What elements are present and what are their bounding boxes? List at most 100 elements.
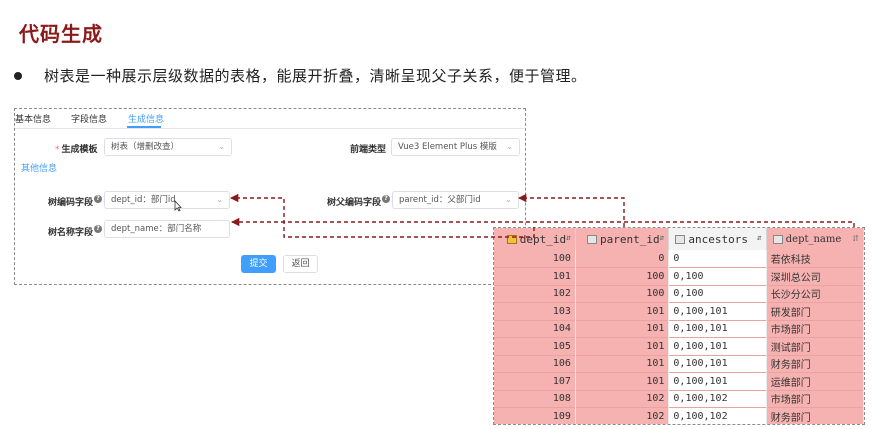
cell-parent-id[interactable]: 100 xyxy=(575,267,670,285)
table-row[interactable]: 101 100 0,100 深圳总公司 xyxy=(494,267,864,285)
frontend-type-select[interactable]: Vue3 Element Plus 模版 ⌄ xyxy=(391,138,520,156)
cell-dept-id[interactable]: 105 xyxy=(494,337,576,355)
tab-generate-info[interactable]: 生成信息 xyxy=(128,112,164,125)
column-icon xyxy=(675,235,686,244)
cell-dept-name[interactable]: 长沙分公司 xyxy=(766,284,864,303)
table-row[interactable]: 100 0 0 若依科技 xyxy=(494,250,864,268)
frontend-type-select-value: Vue3 Element Plus 模版 xyxy=(398,142,497,152)
tab-basic-info[interactable]: 基本信息 xyxy=(15,112,51,125)
cell-dept-id[interactable]: 106 xyxy=(494,354,576,373)
cell-dept-id[interactable]: 103 xyxy=(494,302,576,320)
cell-parent-id[interactable]: 101 xyxy=(575,354,670,373)
sort-icon[interactable]: ⇵ xyxy=(852,234,859,243)
tab-divider xyxy=(15,128,524,129)
submit-button[interactable]: 提交 xyxy=(241,255,276,273)
cell-parent-id[interactable]: 101 xyxy=(575,372,670,390)
form-panel: 基本信息 字段信息 生成信息 * 生成模板 树表（增删改查） ⌄ 前端类型 Vue… xyxy=(14,108,526,285)
cell-dept-name[interactable]: 财务部门 xyxy=(766,407,864,424)
column-header-label: parent_id xyxy=(599,232,660,246)
help-icon[interactable]: ? xyxy=(382,195,391,203)
chevron-down-icon: ⌄ xyxy=(506,142,513,151)
dept-table: dept_id ⇵ parent_id ⇵ ancestors ⇵ dept_name… xyxy=(494,228,864,424)
cell-parent-id[interactable]: 0 xyxy=(575,250,670,268)
cell-dept-id[interactable]: 102 xyxy=(494,284,576,303)
tree-name-label: 树名称字段? xyxy=(48,225,103,238)
cell-dept-name[interactable]: 财务部门 xyxy=(766,354,864,373)
bullet-text: 树表是一种展示层级数据的表格，能展开折叠，清晰呈现父子关系，便于管理。 xyxy=(44,67,587,85)
cell-ancestors[interactable]: 0,100,101 xyxy=(668,337,767,355)
cell-dept-id[interactable]: 107 xyxy=(494,372,576,390)
cell-parent-id[interactable]: 101 xyxy=(575,337,670,355)
cell-parent-id[interactable]: 101 xyxy=(575,319,670,338)
tree-code-select[interactable]: dept_id：部门id ⌄ xyxy=(104,191,230,209)
tree-parent-select-value: parent_id：父部门id xyxy=(399,195,481,205)
tree-name-select[interactable]: dept_name：部门名称 xyxy=(104,220,230,238)
column-header-parent-id[interactable]: parent_id ⇵ xyxy=(575,228,670,250)
cell-parent-id[interactable]: 101 xyxy=(575,302,670,320)
key-column-icon xyxy=(506,235,517,244)
table-row[interactable]: 107 101 0,100,101 运维部门 xyxy=(494,372,864,390)
table-row[interactable]: 106 101 0,100,101 财务部门 xyxy=(494,354,864,373)
cell-parent-id[interactable]: 102 xyxy=(575,407,670,424)
cell-ancestors[interactable]: 0,100,101 xyxy=(668,372,767,390)
column-header-dept-name[interactable]: dept_name ⇵ xyxy=(766,228,864,250)
cell-ancestors[interactable]: 0,100,101 xyxy=(668,319,767,338)
dept-table-panel: dept_id ⇵ parent_id ⇵ ancestors ⇵ dept_name… xyxy=(493,227,865,425)
cell-dept-name[interactable]: 测试部门 xyxy=(766,337,864,355)
table-row[interactable]: 103 101 0,100,101 研发部门 xyxy=(494,302,864,320)
cell-parent-id[interactable]: 100 xyxy=(575,284,670,303)
cell-ancestors[interactable]: 0,100 xyxy=(668,284,767,303)
help-icon[interactable]: ? xyxy=(94,225,103,233)
cell-ancestors[interactable]: 0,100,101 xyxy=(668,302,767,320)
cell-dept-name[interactable]: 若依科技 xyxy=(766,250,864,268)
cell-ancestors[interactable]: 0,100,102 xyxy=(668,407,767,424)
mouse-cursor-icon xyxy=(174,200,182,212)
cell-dept-name[interactable]: 市场部门 xyxy=(766,389,864,408)
column-header-dept-id[interactable]: dept_id ⇵ xyxy=(494,228,576,250)
template-select[interactable]: 树表（增删改查） ⌄ xyxy=(104,138,232,156)
chevron-down-icon: ⌄ xyxy=(216,195,223,204)
cell-ancestors[interactable]: 0 xyxy=(668,250,767,268)
cell-ancestors[interactable]: 0,100,102 xyxy=(668,389,767,408)
sort-icon[interactable]: ⇵ xyxy=(757,233,762,242)
cell-dept-name[interactable]: 深圳总公司 xyxy=(766,267,864,285)
table-header-row: dept_id ⇵ parent_id ⇵ ancestors ⇵ dept_name… xyxy=(494,228,864,250)
cell-dept-id[interactable]: 100 xyxy=(494,250,576,268)
sort-icon[interactable]: ⇵ xyxy=(660,233,665,242)
template-select-value: 树表（增删改查） xyxy=(111,142,180,152)
sort-icon[interactable]: ⇵ xyxy=(566,233,571,242)
template-label: * 生成模板 xyxy=(55,145,98,155)
cell-dept-id[interactable]: 109 xyxy=(494,407,576,424)
column-header-ancestors[interactable]: ancestors ⇵ xyxy=(668,228,767,250)
section-other-info: 其他信息 xyxy=(21,164,58,174)
frontend-type-label: 前端类型 xyxy=(350,145,387,155)
column-icon xyxy=(772,234,783,244)
table-row[interactable]: 104 101 0,100,101 市场部门 xyxy=(494,319,864,338)
cell-dept-id[interactable]: 104 xyxy=(494,319,576,338)
column-header-label: ancestors xyxy=(688,232,749,246)
cell-ancestors[interactable]: 0,100,101 xyxy=(668,354,767,373)
tree-parent-select[interactable]: parent_id：父部门id ⌄ xyxy=(392,191,519,209)
cell-dept-name[interactable]: 运维部门 xyxy=(766,372,864,390)
cell-dept-id[interactable]: 108 xyxy=(494,389,576,408)
back-button[interactable]: 返回 xyxy=(283,255,318,273)
cell-dept-id[interactable]: 101 xyxy=(494,267,576,285)
cell-dept-name[interactable]: 市场部门 xyxy=(766,319,864,338)
table-row[interactable]: 109 102 0,100,102 财务部门 xyxy=(494,407,864,424)
tree-name-select-value: dept_name：部门名称 xyxy=(111,224,202,234)
table-row[interactable]: 105 101 0,100,101 测试部门 xyxy=(494,337,864,355)
chevron-down-icon: ⌄ xyxy=(218,142,225,151)
cell-dept-name[interactable]: 研发部门 xyxy=(766,302,864,320)
cell-ancestors[interactable]: 0,100 xyxy=(668,267,767,285)
chevron-down-icon: ⌄ xyxy=(505,195,512,204)
tree-parent-label: 树父编码字段? xyxy=(327,195,391,208)
column-header-label: dept_name xyxy=(785,233,842,245)
table-row[interactable]: 102 100 0,100 长沙分公司 xyxy=(494,284,864,303)
tab-field-info[interactable]: 字段信息 xyxy=(71,112,107,125)
tree-code-select-value: dept_id：部门id xyxy=(111,195,176,205)
table-row[interactable]: 108 102 0,100,102 市场部门 xyxy=(494,389,864,408)
help-icon[interactable]: ? xyxy=(94,195,103,203)
column-icon xyxy=(586,235,597,244)
column-header-label: dept_id xyxy=(519,232,567,246)
cell-parent-id[interactable]: 102 xyxy=(575,389,670,408)
